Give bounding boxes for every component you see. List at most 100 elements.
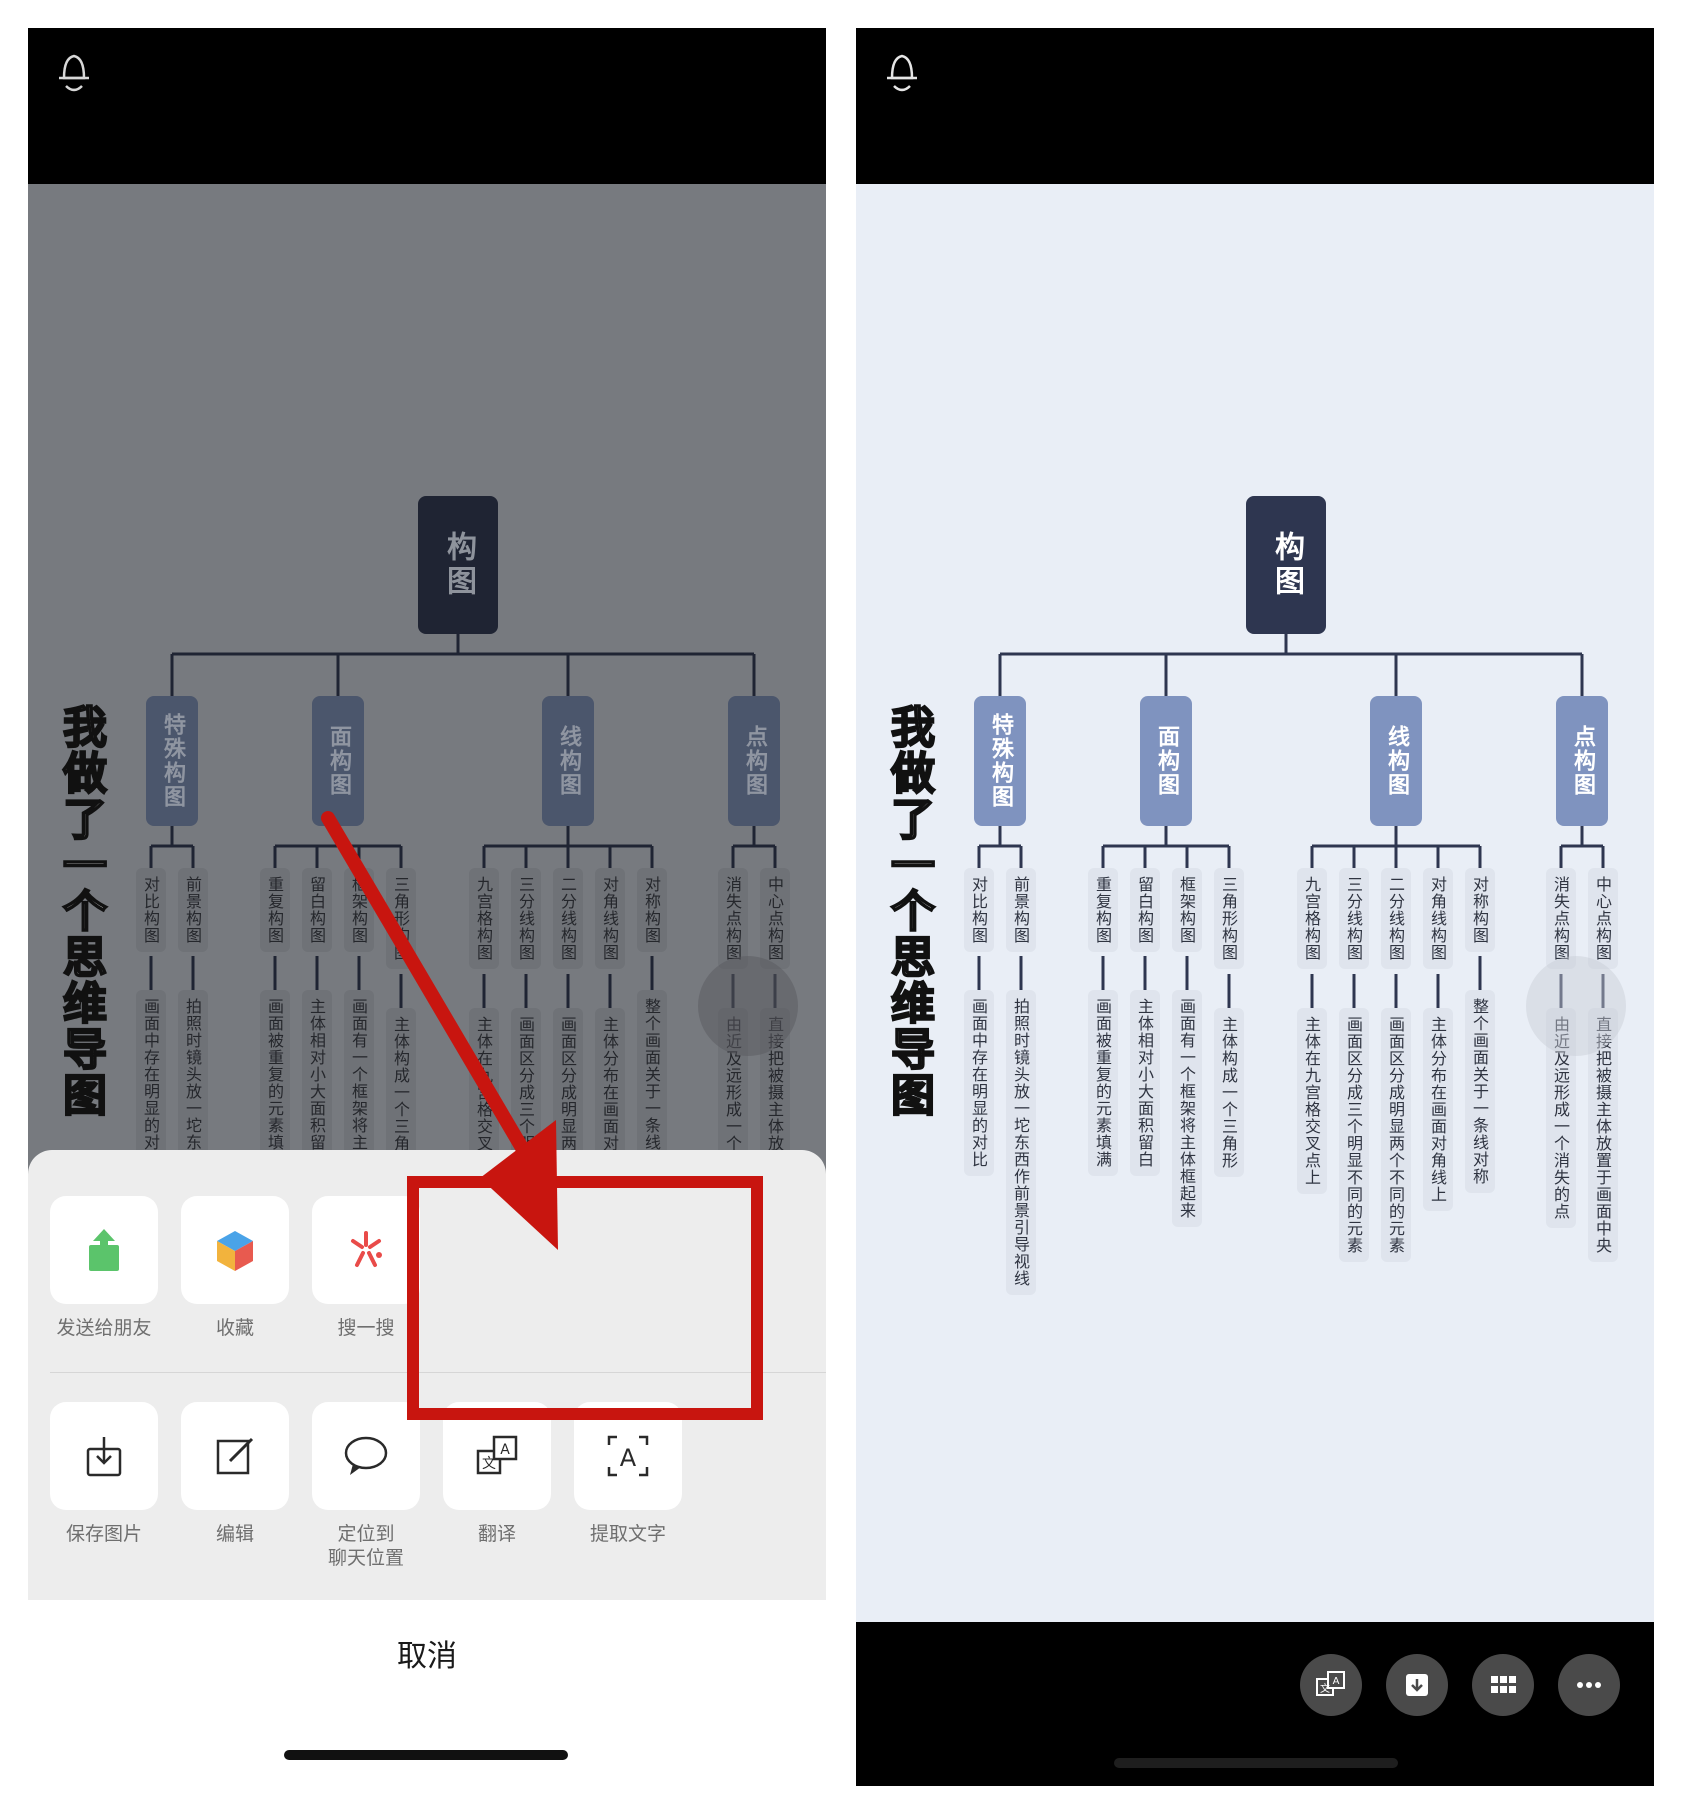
image-canvas[interactable]: 我做了一个思维导图 构图 特殊构图对比构图画面中存在明显的对比 前景构图拍照时镜头… <box>856 184 1654 1622</box>
leaf-node: 对称构图 <box>1465 868 1495 952</box>
leaf-node: 留白构图 <box>1130 868 1160 952</box>
top-bar <box>28 28 826 184</box>
leaf-node: 留白构图 <box>302 868 332 952</box>
chat-bubble-button[interactable] <box>312 1402 420 1510</box>
download-icon <box>86 1437 122 1477</box>
download-icon <box>1406 1674 1428 1696</box>
leaf-node: 对称构图 <box>637 868 667 952</box>
svg-text:A: A <box>1333 1676 1340 1687</box>
leaf-node: 三分线构图 <box>1339 868 1369 969</box>
branch-node: 特殊构图 <box>146 696 198 826</box>
translate-button-label: 翻译 <box>477 1523 516 1545</box>
leaf-detail: 整个画面关于一条线对称 <box>1465 990 1495 1193</box>
search-spark-button[interactable] <box>312 1196 420 1304</box>
edit-icon <box>216 1437 254 1475</box>
download-button-label: 保存图片 <box>65 1523 142 1545</box>
floating-lens[interactable] <box>1526 956 1626 1056</box>
leaf-node: 对角线构图 <box>595 868 625 969</box>
leaf-node: 三角形构图 <box>1214 868 1244 969</box>
favorites-cube-button[interactable] <box>181 1196 289 1304</box>
highlight-box <box>407 1176 763 1420</box>
leaf-node: 三角形构图 <box>386 868 416 969</box>
home-indicator <box>284 1750 568 1760</box>
leaf-node: 二分线构图 <box>1381 868 1411 969</box>
leaf-detail: 画面被重复的元素填满 <box>1088 990 1118 1176</box>
extract-text-button-label: 提取文字 <box>589 1523 666 1545</box>
favorites-cube-icon <box>217 1231 253 1271</box>
leaf-detail: 主体相对小大面积留白 <box>1130 990 1160 1176</box>
root-node: 构图 <box>1246 496 1326 634</box>
leaf-node: 消失点构图 <box>718 868 748 969</box>
leaf-node: 二分线构图 <box>553 868 583 969</box>
phone-right-image-viewer: 我做了一个思维导图 构图 特殊构图对比构图画面中存在明显的对比 前景构图拍照时镜头… <box>856 28 1654 1786</box>
home-indicator <box>1114 1758 1398 1768</box>
share-upload-icon <box>89 1229 119 1271</box>
edit-button-label: 编辑 <box>215 1523 254 1545</box>
cancel-button[interactable]: 取消 <box>28 1622 826 1692</box>
leaf-node: 中心点构图 <box>1588 868 1618 969</box>
leaf-node: 对比构图 <box>964 868 994 952</box>
download-button[interactable] <box>50 1402 158 1510</box>
chat-bubble-button-label: 定位到 聊天位置 <box>327 1523 404 1569</box>
leaf-node: 中心点构图 <box>760 868 790 969</box>
branch-node: 线构图 <box>1370 696 1422 826</box>
leaf-node: 对比构图 <box>136 868 166 952</box>
leaf-node: 框架构图 <box>344 868 374 952</box>
leaf-detail: 画面中存在明显的对比 <box>964 990 994 1176</box>
branch-node: 面构图 <box>312 696 364 826</box>
leaf-node: 重复构图 <box>260 868 290 952</box>
grid-button[interactable] <box>1472 1654 1534 1716</box>
cancel-area: 取消 <box>28 1600 826 1786</box>
share-upload-button[interactable] <box>50 1196 158 1304</box>
top-bar <box>856 28 1654 184</box>
svg-text:A: A <box>620 1444 637 1472</box>
branch-node: 点构图 <box>728 696 780 826</box>
translate-icon: 文 A <box>1316 1671 1345 1696</box>
leaf-node: 对角线构图 <box>1423 868 1453 969</box>
leaf-detail: 主体相对小大面积留白 <box>302 990 332 1176</box>
share-upload-button-label: 发送给朋友 <box>56 1317 152 1339</box>
leaf-node: 重复构图 <box>1088 868 1118 952</box>
mindmap-title: 我做了一个思维导图 <box>882 703 935 1119</box>
leaf-detail: 主体分布在画面对角线上 <box>1423 1008 1453 1211</box>
favorites-cube-button-label: 收藏 <box>215 1317 254 1339</box>
leaf-detail: 拍照时镜头放一坨东西作前景引导视线 <box>1006 990 1036 1295</box>
root-node: 构图 <box>418 496 498 634</box>
branch-node: 面构图 <box>1140 696 1192 826</box>
branch-node: 特殊构图 <box>974 696 1026 826</box>
branch-node: 线构图 <box>542 696 594 826</box>
leaf-detail: 画面被重复的元素填满 <box>260 990 290 1176</box>
leaf-node: 前景构图 <box>178 868 208 952</box>
branch-node: 点构图 <box>1556 696 1608 826</box>
svg-text:A: A <box>500 1442 510 1458</box>
search-spark-icon <box>351 1231 382 1267</box>
leaf-node: 九宫格构图 <box>469 868 499 969</box>
grid-icon <box>1491 1676 1516 1693</box>
viewer-toolbar: 文 A <box>856 1622 1654 1786</box>
download-button[interactable] <box>1386 1654 1448 1716</box>
leaf-detail: 画面中存在明显的对比 <box>136 990 166 1176</box>
chat-bubble-icon <box>344 1436 388 1475</box>
leaf-detail: 主体构成一个三角形 <box>1214 1008 1244 1177</box>
leaf-detail: 画面区分成三个明显不同的元素 <box>1339 1008 1369 1262</box>
leaf-node: 消失点构图 <box>1546 868 1576 969</box>
more-button[interactable] <box>1558 1654 1620 1716</box>
leaf-detail: 主体在九宫格交叉点上 <box>1297 1008 1327 1194</box>
leaf-detail: 画面有一个框架将主体框起来 <box>1172 990 1202 1227</box>
leaf-detail: 画面区分成明显两个不同的元素 <box>1381 1008 1411 1262</box>
translate-button[interactable]: 文 A <box>1300 1654 1362 1716</box>
leaf-node: 框架构图 <box>1172 868 1202 952</box>
mindmap-title: 我做了一个思维导图 <box>54 703 107 1119</box>
translate-icon: 文A <box>476 1435 518 1475</box>
edit-button[interactable] <box>181 1402 289 1510</box>
notification-bell-icon[interactable] <box>882 50 922 100</box>
leaf-node: 九宫格构图 <box>1297 868 1327 969</box>
svg-text:文: 文 <box>482 1456 496 1472</box>
extract-text-icon: A <box>607 1435 649 1477</box>
notification-bell-icon[interactable] <box>54 50 94 100</box>
phone-left-share-sheet: 我做了一个思维导图 构图 特殊构图 对比构图 画面中存在明显的对比 前景构图 拍照时镜头… <box>28 28 826 1786</box>
leaf-node: 前景构图 <box>1006 868 1036 952</box>
floating-lens[interactable] <box>698 956 798 1056</box>
leaf-node: 三分线构图 <box>511 868 541 969</box>
more-icon <box>1577 1682 1601 1688</box>
